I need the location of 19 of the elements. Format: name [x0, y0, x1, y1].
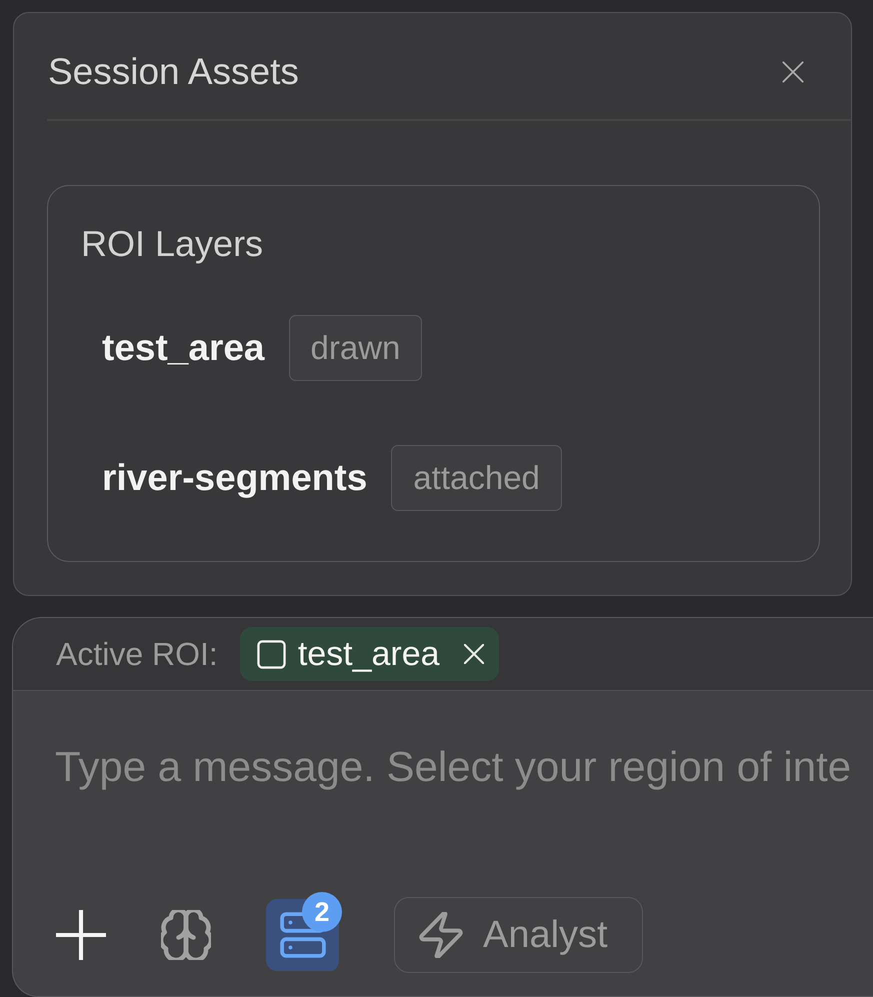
message-input[interactable]: Type a message. Select your region of inte: [55, 735, 870, 875]
close-icon: [782, 61, 804, 83]
square-icon: [256, 640, 286, 668]
remove-button[interactable]: [464, 644, 484, 664]
brain-icon: [161, 910, 211, 960]
mode-button[interactable]: Analyst: [394, 897, 643, 973]
layer-name[interactable]: test_area: [102, 320, 265, 376]
lightning-icon: [419, 912, 463, 958]
plus-icon: [56, 910, 106, 960]
roi-name: test_area: [298, 634, 440, 674]
active-roi-label: Active ROI:: [56, 635, 218, 674]
message-composer[interactable]: Active ROI: test_area Type a message. Select your region of inte 2 Analyst: [12, 617, 873, 997]
close-icon: [464, 644, 484, 664]
section-title: ROI Layers: [81, 226, 264, 262]
layer-tag: attached: [391, 445, 562, 511]
layer-tag: drawn: [288, 315, 422, 381]
layer-name[interactable]: river-segments: [102, 450, 368, 506]
count-badge: 2: [302, 892, 342, 932]
panel-title: Session Assets: [48, 50, 299, 94]
